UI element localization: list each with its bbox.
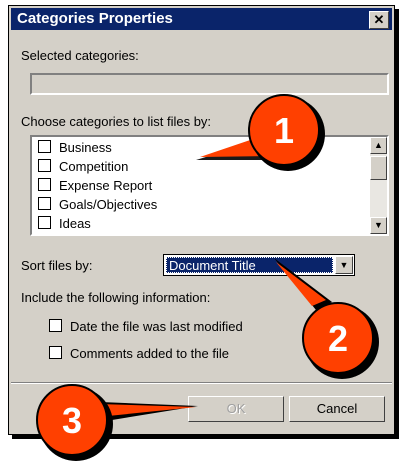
callout-3-number: 3 <box>62 400 82 441</box>
callout-overlay: 1 2 3 <box>36 94 379 461</box>
callout-2-number: 2 <box>328 318 348 359</box>
callout-2-pointer-fill <box>276 262 326 306</box>
callout-1-number: 1 <box>274 110 294 151</box>
